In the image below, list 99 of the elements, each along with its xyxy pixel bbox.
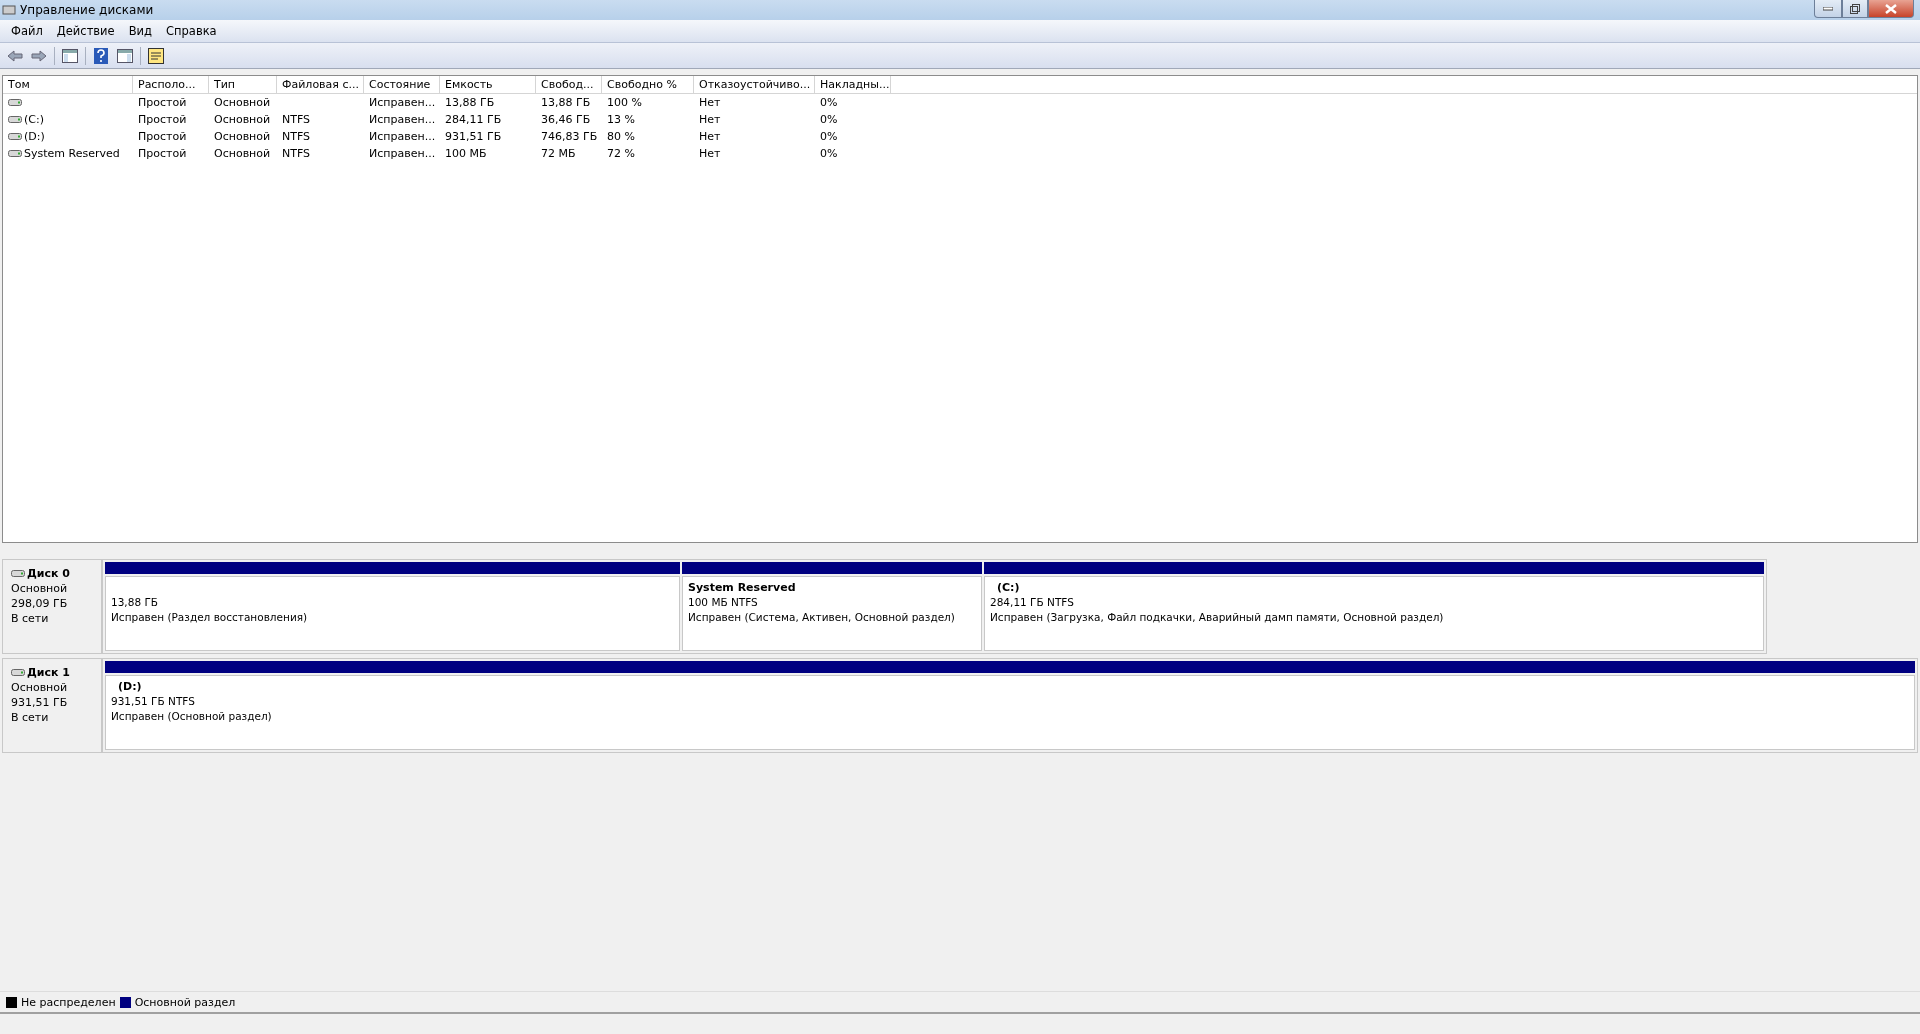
disk-status: В сети (11, 611, 50, 626)
disk-name: Диск 1 (27, 665, 70, 680)
table-cell-text: 13 % (606, 113, 636, 126)
partition-size: 13,88 ГБ (111, 595, 159, 610)
panel-icon[interactable] (116, 46, 134, 65)
minimize-icon (1823, 6, 1833, 11)
partition-size: 284,11 ГБ NTFS (990, 595, 1075, 610)
disk-type: Основной (11, 581, 69, 596)
table-cell-text: Нет (698, 96, 722, 109)
disk-type: Основной (11, 680, 69, 695)
partition-block[interactable]: System Reserved 100 МБ NTFS Исправен (Система, Активен, Основной раздел) (682, 576, 982, 651)
table-cell-text: NTFS (281, 113, 312, 126)
partition-size: 931,51 ГБ NTFS (111, 694, 196, 709)
table-cell-text: 931,51 ГБ (444, 130, 503, 143)
partition-name: (D:) (117, 679, 143, 694)
close-icon (1885, 3, 1897, 14)
partition-size: 100 МБ NTFS (688, 595, 759, 610)
partition-block[interactable]: (D:) 931,51 ГБ NTFS Исправен (Основной раздел) (105, 675, 1915, 750)
table-cell-text: Основной (213, 147, 272, 160)
table-cell-text: Основной (213, 130, 272, 143)
partition-block[interactable]: 13,88 ГБ Исправен (Раздел восстановления) (105, 576, 680, 651)
table-cell-text: 0% (819, 96, 839, 109)
menu-item[interactable]: Файл (4, 24, 50, 38)
table-cell-text: Простой (137, 113, 188, 126)
disk-size: 931,51 ГБ (11, 695, 69, 710)
table-cell: (C:) (24, 113, 44, 126)
table-cell-text: 72 МБ (540, 147, 577, 160)
app-icon (2, 4, 16, 16)
table-cell: (D:) (24, 130, 45, 143)
table-cell-text: Исправен... (368, 130, 437, 143)
properties-icon[interactable] (147, 46, 165, 65)
column-header[interactable]: Накладны... (815, 76, 891, 93)
drive-icon (11, 668, 25, 677)
column-header[interactable]: Емкость (440, 76, 536, 93)
column-header[interactable]: Тип (209, 76, 277, 93)
column-header[interactable]: Отказоустойчиво... (694, 76, 815, 93)
table-cell-text: NTFS (281, 130, 312, 143)
partition-name: System Reserved (688, 580, 797, 595)
table-cell-text: 0% (819, 113, 839, 126)
drive-icon (11, 569, 25, 578)
disk-size: 298,09 ГБ (11, 596, 69, 611)
table-cell-text: Исправен... (368, 96, 437, 109)
window-title: Управление дисками (20, 3, 155, 17)
table-cell-text: Основной (213, 96, 272, 109)
table-cell-text: 0% (819, 130, 839, 143)
table-cell: System Reserved (24, 147, 120, 160)
partition-name: (C:) (996, 580, 1021, 595)
menu-item[interactable]: Действие (49, 24, 122, 38)
table-cell-text: 746,83 ГБ (540, 130, 599, 143)
table-cell-text: Нет (698, 147, 722, 160)
partition-status: Исправен (Загрузка, Файл подкачки, Аварийный дамп памяти, Основной раздел) (990, 610, 1445, 625)
partition-status: Исправен (Основной раздел) (111, 709, 273, 724)
table-cell-text: Основной (213, 113, 272, 126)
minimize-button[interactable] (1814, 0, 1842, 18)
column-header[interactable]: Состояние (364, 76, 440, 93)
disk-name: Диск 0 (27, 566, 70, 581)
drive-icon (8, 132, 22, 141)
table-cell-text: Нет (698, 130, 722, 143)
table-cell-text: 100 МБ (444, 147, 488, 160)
column-header[interactable]: Свободно % (602, 76, 694, 93)
table-cell-text: 13,88 ГБ (540, 96, 592, 109)
table-row[interactable]: (C:) Простой Основной NTFS Исправен... 284,11 ГБ 36,46 ГБ 13 % Нет 0% (3, 111, 1917, 128)
table-cell-text: 0% (819, 147, 839, 160)
drive-icon (8, 98, 22, 107)
table-row[interactable]: (D:) Простой Основной NTFS Исправен... 931,51 ГБ 746,83 ГБ 80 % Нет 0% (3, 128, 1917, 145)
disk-status: В сети (11, 710, 50, 725)
table-row[interactable]: System Reserved Простой Основной NTFS Исправен... 100 МБ 72 МБ 72 % Нет 0% (3, 145, 1917, 162)
table-cell-text: 284,11 ГБ (444, 113, 503, 126)
table-cell-text: 100 % (606, 96, 643, 109)
legend-label: Не распределен (21, 995, 116, 1009)
table-cell-text: Простой (137, 147, 188, 160)
restore-icon (1850, 3, 1860, 14)
column-header[interactable]: Свобод... (536, 76, 602, 93)
partition-block[interactable]: (C:) 284,11 ГБ NTFS Исправен (Загрузка, Файл подкачки, Аварийный дамп памяти, Основной раздел) (984, 576, 1764, 651)
partition-status: Исправен (Раздел восстановления) (111, 610, 309, 625)
table-cell-text: NTFS (281, 147, 312, 160)
drive-icon (8, 149, 22, 158)
drive-icon (8, 115, 22, 124)
table-cell-text: Нет (698, 113, 722, 126)
column-header[interactable]: Располо... (133, 76, 209, 93)
restore-button[interactable] (1842, 0, 1868, 18)
column-header[interactable]: Файловая с... (277, 76, 364, 93)
partition-status: Исправен (Система, Активен, Основной раздел) (688, 610, 956, 625)
legend-label: Основной раздел (134, 995, 236, 1009)
menu-item[interactable]: Справка (159, 24, 224, 38)
table-cell-text: 36,46 ГБ (540, 113, 592, 126)
table-cell-text: Простой (137, 96, 188, 109)
help-icon[interactable] (92, 46, 110, 65)
column-header[interactable]: Том (3, 76, 133, 93)
table-cell-text: Простой (137, 130, 188, 143)
close-button[interactable] (1868, 0, 1914, 18)
table-row[interactable]: Простой Основной Исправен... 13,88 ГБ 13,88 ГБ 100 % Нет 0% (3, 94, 1917, 111)
table-cell-text: 13,88 ГБ (444, 96, 496, 109)
table-cell-text: 72 % (606, 147, 636, 160)
panel-icon[interactable] (61, 46, 79, 65)
menu-item[interactable]: Вид (121, 24, 159, 38)
table-cell-text: 80 % (606, 130, 636, 143)
table-cell-text: Исправен... (368, 147, 437, 160)
table-cell-text: Исправен... (368, 113, 437, 126)
